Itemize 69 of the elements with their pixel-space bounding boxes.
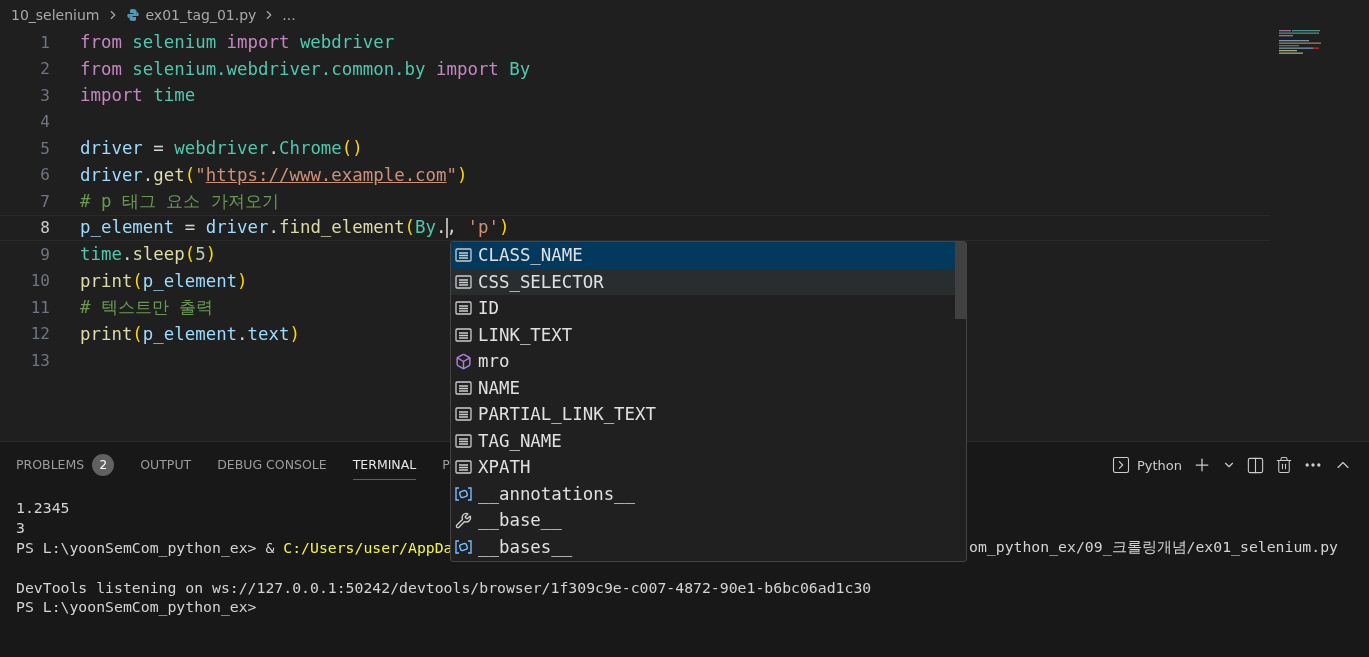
split-icon[interactable] — [1246, 455, 1265, 475]
panel-tab[interactable]: PROBLEMS 2 — [16, 450, 115, 480]
field-icon — [455, 274, 472, 289]
code-line: from selenium import webdriver — [80, 32, 395, 53]
code-line: driver = webdriver.Chrome() — [80, 138, 363, 159]
variable-icon — [455, 539, 472, 554]
suggestion-item[interactable]: NAME — [451, 374, 955, 401]
panel-tab[interactable]: DEBUG CONSOLE — [217, 450, 327, 480]
code-line: import time — [80, 85, 196, 106]
count-badge: 2 — [92, 453, 115, 476]
wrench-icon — [455, 511, 472, 529]
trash-icon[interactable] — [1275, 456, 1293, 474]
line-number: 5 — [39, 138, 50, 158]
suggestion-item[interactable]: TAG_NAME — [451, 427, 955, 454]
line-number: 9 — [39, 244, 50, 264]
line-number: 13 — [29, 350, 50, 370]
code-line: # 텍스트만 출력 — [80, 296, 214, 320]
line-number: 3 — [39, 85, 50, 105]
line-number: 2 — [39, 59, 50, 79]
field-icon — [455, 407, 472, 422]
suggestion-item[interactable]: LINK_TEXT — [451, 321, 955, 348]
line-number: 11 — [29, 297, 50, 317]
suggestion-item[interactable]: PARTIAL_LINK_TEXT — [451, 401, 955, 428]
breadcrumb[interactable]: ... — [282, 6, 296, 23]
line-number: 7 — [39, 191, 50, 211]
field-icon — [455, 433, 472, 448]
line-number: 10 — [29, 271, 50, 291]
terminal-icon — [1110, 455, 1131, 475]
terminal-text: om_python_ex/09_크롤링개념/ex01_selenium.py — [969, 538, 1338, 557]
terminal-line: PS L:\yoonSemCom_python_ex> — [16, 598, 257, 616]
panel-tab[interactable]: P — [442, 450, 450, 480]
suggestion-item[interactable]: __annotations__ — [451, 480, 955, 507]
terminal-line: 1.2345 — [16, 499, 70, 517]
breadcrumb[interactable]: ex01_tag_01.py — [145, 6, 257, 23]
panel-tab[interactable]: OUTPUT — [140, 450, 192, 480]
line-number: 12 — [29, 324, 50, 344]
line-number: 8 — [39, 218, 50, 238]
code-line: p_element = driver.find_element(By., 'p') — [80, 217, 510, 239]
breadcrumb[interactable]: 10_selenium — [11, 6, 100, 23]
suggestion-item[interactable]: CSS_SELECTOR — [451, 268, 955, 295]
scrollbar-thumb[interactable] — [955, 242, 966, 319]
line-number: 6 — [39, 165, 50, 185]
field-icon — [455, 248, 472, 263]
terminal-line: 3 — [16, 519, 25, 537]
code-line: print(p_element) — [80, 270, 248, 291]
suggestion-item[interactable]: mro — [451, 348, 955, 375]
field-icon — [455, 327, 472, 342]
line-number: 1 — [39, 32, 50, 52]
code-line: # p 태그 요소 가져오기 — [80, 190, 279, 214]
code-line: time.sleep(5) — [80, 244, 217, 265]
terminal-line: DevTools listening on ws://127.0.0.1:50242/devtools/browser/1f309c9e-c007-4872-90e1-b6bc06ad1c30 — [16, 578, 872, 596]
suggestion-item[interactable]: ID — [451, 295, 955, 322]
code-line: from selenium.webdriver.common.by import By — [80, 58, 531, 79]
panel-tab[interactable]: TERMINAL — [352, 450, 417, 480]
field-icon — [455, 460, 472, 475]
suggestion-item[interactable]: __base__ — [451, 507, 955, 534]
suggestion-item[interactable]: __bases__ — [451, 533, 955, 560]
cube-icon — [455, 352, 472, 370]
code-line: driver.get("https://www.example.com") — [80, 164, 468, 185]
suggestion-item[interactable]: CLASS_NAME — [451, 242, 955, 269]
suggestion-item[interactable]: XPATH — [451, 454, 955, 481]
terminal-profile[interactable]: Python — [1110, 455, 1182, 475]
field-icon — [455, 380, 472, 395]
line-number: 4 — [39, 112, 50, 132]
terminal-line: PS L:\yoonSemCom_python_ex> & C:/Users/user/AppDa — [16, 539, 453, 556]
variable-icon — [455, 486, 472, 501]
code-line: print(p_element.text) — [80, 323, 300, 344]
python-icon — [125, 7, 140, 22]
field-icon — [455, 301, 472, 316]
